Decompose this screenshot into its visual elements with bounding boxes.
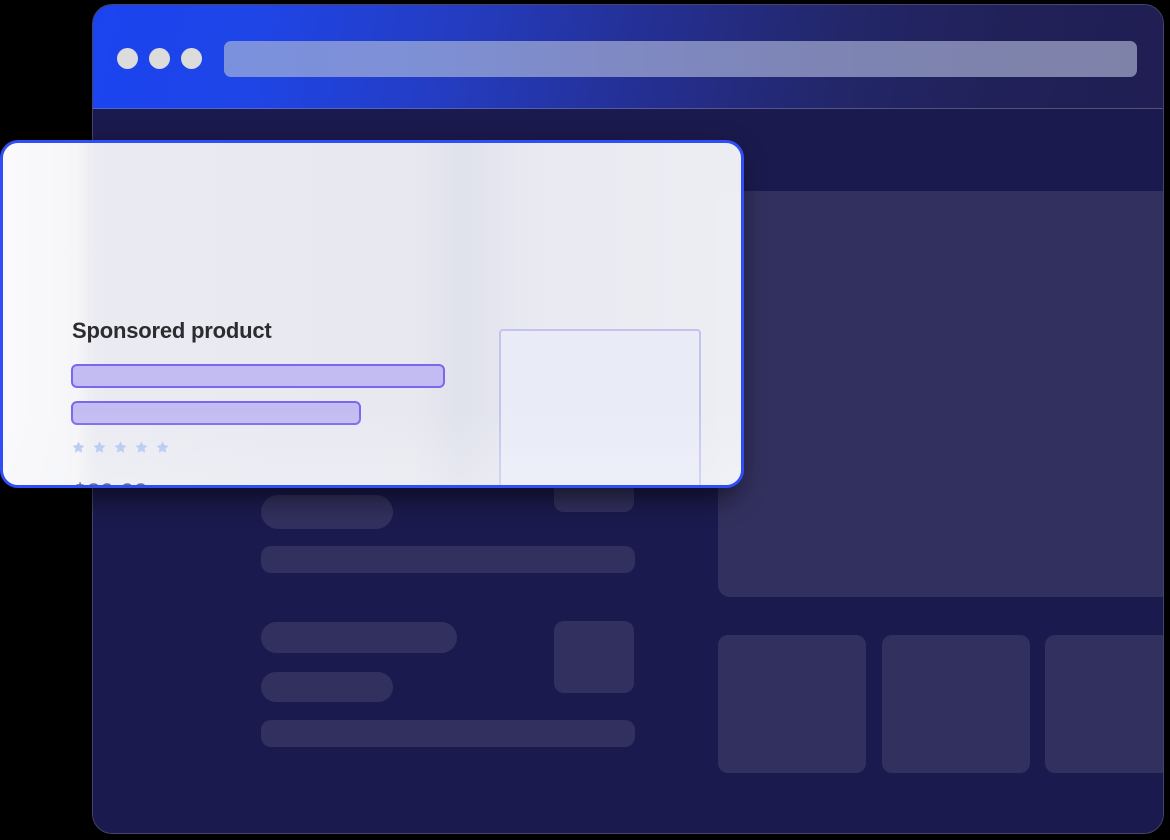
star-icon bbox=[93, 441, 106, 453]
scene: Sponsored product $89.99 Add to Cart bbox=[0, 0, 1170, 840]
star-icon bbox=[135, 441, 148, 453]
skeleton-bar-1 bbox=[261, 546, 635, 573]
star-icon bbox=[114, 441, 127, 453]
ad-title: Sponsored product bbox=[72, 318, 272, 343]
ad-price: $89.99 bbox=[73, 479, 148, 485]
skeleton-pill-2 bbox=[261, 622, 457, 653]
skeleton-tile-1 bbox=[718, 635, 866, 773]
ad-text-placeholder-1 bbox=[71, 364, 445, 388]
skeleton-bar-2 bbox=[261, 720, 635, 747]
skeleton-pill-3 bbox=[261, 672, 393, 702]
skeleton-tile-2 bbox=[882, 635, 1030, 773]
rating-stars bbox=[71, 440, 170, 455]
address-bar-input[interactable] bbox=[224, 41, 1137, 77]
skeleton-tile-3 bbox=[1045, 635, 1163, 773]
sponsored-ad-card[interactable]: Sponsored product $89.99 Add to Cart bbox=[0, 140, 744, 488]
star-icon bbox=[156, 441, 169, 453]
skeleton-pill-1 bbox=[261, 495, 393, 529]
minimize-dot-icon[interactable] bbox=[149, 48, 170, 69]
window-controls bbox=[117, 48, 202, 69]
skeleton-thumb-2 bbox=[554, 621, 634, 693]
browser-chrome bbox=[93, 5, 1163, 109]
skeleton-hero bbox=[718, 191, 1163, 597]
star-icon bbox=[72, 441, 85, 453]
maximize-dot-icon[interactable] bbox=[181, 48, 202, 69]
sponsored-ad-content: Sponsored product $89.99 Add to Cart bbox=[3, 143, 741, 485]
product-image-placeholder bbox=[499, 329, 701, 485]
close-dot-icon[interactable] bbox=[117, 48, 138, 69]
ad-text-placeholder-2 bbox=[71, 401, 361, 425]
